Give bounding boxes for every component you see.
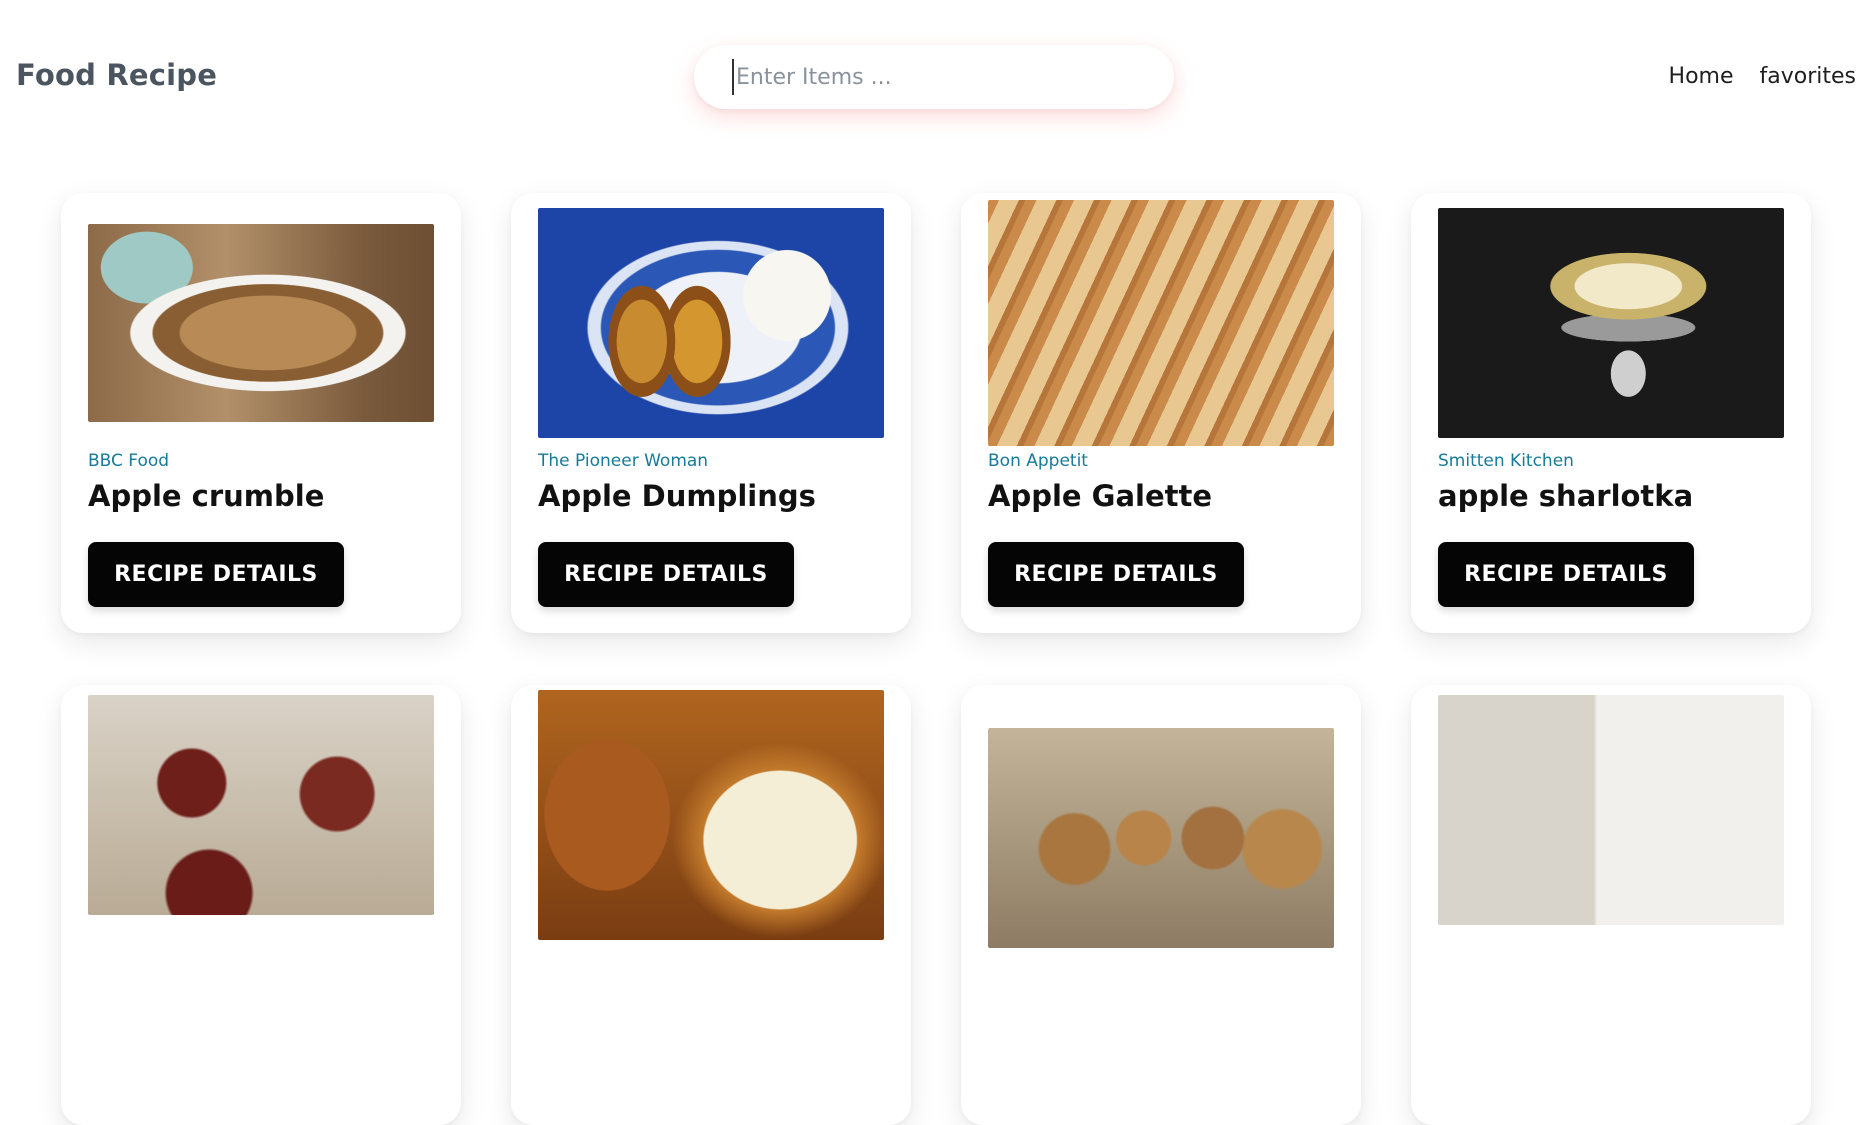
recipe-image-frame <box>538 685 884 945</box>
recipe-card <box>61 685 461 1125</box>
search-input[interactable] <box>732 59 1152 95</box>
recipe-publisher: BBC Food <box>88 451 170 471</box>
recipe-title: Apple Galette <box>988 479 1213 513</box>
recipe-image-frame <box>1438 193 1784 453</box>
recipe-image-frame <box>1438 685 1784 945</box>
recipe-title: Apple Dumplings <box>538 479 816 513</box>
recipe-image-frame <box>538 193 884 453</box>
recipe-image <box>88 224 434 422</box>
recipe-image <box>538 208 884 438</box>
recipe-card: BBC Food Apple crumble RECIPE DETAILS <box>61 193 461 633</box>
recipe-image-frame <box>88 685 434 945</box>
recipe-image-frame <box>988 685 1334 948</box>
recipe-image-frame <box>88 193 434 453</box>
recipe-image <box>88 695 434 915</box>
recipe-card <box>1411 685 1811 1125</box>
nav-link-favorites[interactable]: favorites <box>1760 64 1857 89</box>
recipe-title: apple sharlotka <box>1438 479 1694 513</box>
recipe-image-frame <box>988 193 1334 453</box>
recipe-image <box>988 200 1334 446</box>
recipe-details-button[interactable]: RECIPE DETAILS <box>988 542 1244 607</box>
recipe-image <box>1438 695 1784 925</box>
recipe-image <box>1438 208 1784 438</box>
brand-logo-text[interactable]: Food Recipe <box>16 58 217 92</box>
nav-link-home[interactable]: Home <box>1669 64 1734 89</box>
recipe-details-button[interactable]: RECIPE DETAILS <box>538 542 794 607</box>
recipe-image <box>538 690 884 940</box>
recipe-publisher: The Pioneer Woman <box>538 451 709 471</box>
recipe-card: Smitten Kitchen apple sharlotka RECIPE D… <box>1411 193 1811 633</box>
recipe-publisher: Bon Appetit <box>988 451 1088 471</box>
recipe-card: The Pioneer Woman Apple Dumplings RECIPE… <box>511 193 911 633</box>
site-header: Food Recipe Home favorites <box>0 0 1866 150</box>
recipe-card <box>961 685 1361 1125</box>
recipe-details-button[interactable]: RECIPE DETAILS <box>88 542 344 607</box>
recipe-card: Bon Appetit Apple Galette RECIPE DETAILS <box>961 193 1361 633</box>
recipe-card <box>511 685 911 1125</box>
recipe-details-button[interactable]: RECIPE DETAILS <box>1438 542 1694 607</box>
main-nav: Home favorites <box>1669 64 1856 89</box>
recipe-image <box>988 728 1334 948</box>
recipe-publisher: Smitten Kitchen <box>1438 451 1574 471</box>
recipe-title: Apple crumble <box>88 479 325 513</box>
search-box <box>694 45 1174 109</box>
